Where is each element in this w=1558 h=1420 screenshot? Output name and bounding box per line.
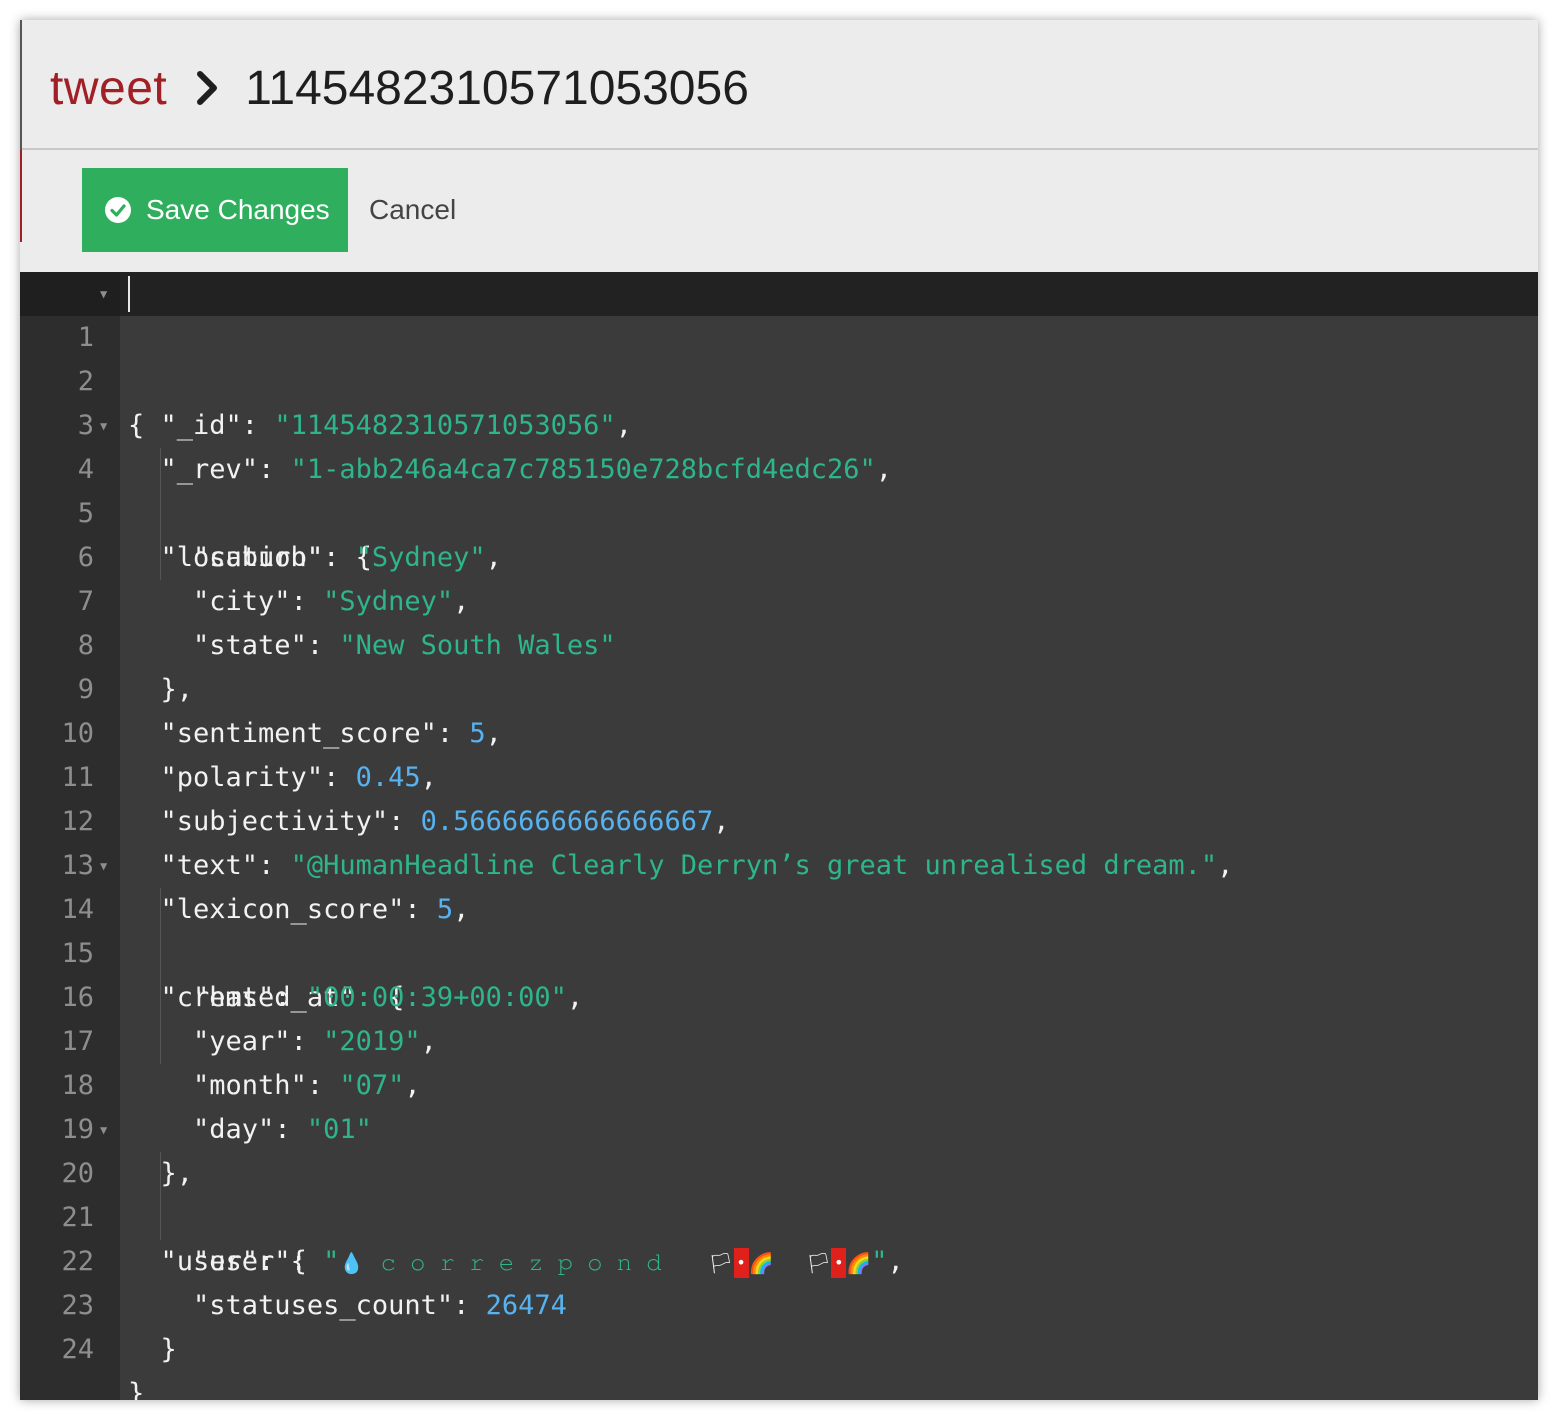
code-line: 2 "_id": "1145482310571053056", [20, 316, 1538, 441]
chevron-right-icon [197, 71, 218, 105]
code-line: 10 "polarity": 0.45, [20, 668, 1538, 793]
breadcrumb-database-link[interactable]: tweet [50, 61, 167, 116]
code-line: 13 "lexicon_score": 5, [20, 800, 1538, 925]
code-line: 11 "subjectivity": 0.5666666666666667, [20, 712, 1538, 837]
window-edge [20, 20, 22, 150]
check-circle-icon [105, 197, 131, 223]
code-line: 8 }, [20, 580, 1538, 705]
code-line: 18 "day": "01" [20, 1020, 1538, 1145]
json-code-editor[interactable]: 1 ▼ { 2 "_id": "1145482310571053056", 3 … [20, 272, 1538, 1400]
fold-arrow-icon[interactable]: ▼ [100, 844, 107, 888]
code-line: 9 "sentiment_score": 5, [20, 624, 1538, 749]
code-line: 19 }, [20, 1064, 1538, 1189]
code-line: 7 "state": "New South Wales" [20, 536, 1538, 661]
code-line: 21 "user": "💧 𝚌𝚘𝚛𝚛𝚎𝚣𝚙𝚘𝚗𝚍 🏳 • 🌈 🏳 • 🌈", [20, 1152, 1538, 1278]
code-line: 16 "year": "2019", [20, 932, 1538, 1057]
code-line: 3 "_rev": "1-abb246a4ca7c785150e728bcfd4… [20, 360, 1538, 485]
text-cursor [128, 276, 130, 312]
code-content: } [160, 1334, 177, 1365]
code-line: 6 "city": "Sydney", [20, 492, 1538, 617]
save-changes-label: Save Changes [146, 194, 330, 225]
header: tweet 1145482310571053056 [20, 20, 1538, 150]
window-edge-accent [20, 150, 22, 242]
code-line: 14 ▼ "created_at": { [20, 844, 1538, 1013]
code-line: 24 } [20, 1284, 1538, 1400]
code-line: 22 "statuses_count": 26474 [20, 1196, 1538, 1321]
fold-arrow-icon[interactable]: ▼ [100, 1108, 107, 1152]
cancel-button[interactable]: Cancel [369, 190, 456, 230]
fold-arrow-icon[interactable]: ▼ [100, 404, 107, 448]
code-line: 5 "suburb": "Sydney", [20, 448, 1538, 573]
line-number: 24 [61, 1334, 94, 1365]
code-content: } [128, 1378, 145, 1400]
code-line: 12 "text": "@HumanHeadline Clearly Derry… [20, 756, 1538, 881]
code-line: 1 ▼ { [20, 272, 1538, 441]
code-line: 20 ▼ "user": { [20, 1108, 1538, 1277]
breadcrumb-document-id: 1145482310571053056 [245, 61, 749, 115]
code-line: 17 "month": "07", [20, 976, 1538, 1101]
code-line: 4 ▼ "location": { [20, 404, 1538, 573]
fold-arrow-icon[interactable]: ▼ [100, 272, 107, 316]
save-changes-button[interactable]: Save Changes [82, 168, 348, 252]
breadcrumb: tweet 1145482310571053056 [50, 58, 749, 118]
code-line: 15 "hms": "00:00:39+00:00", [20, 888, 1538, 1013]
code-line: 23 } [20, 1240, 1538, 1365]
document-editor-window: tweet 1145482310571053056 Save Changes C… [20, 20, 1538, 1400]
toolbar: Save Changes Cancel [20, 150, 1538, 272]
